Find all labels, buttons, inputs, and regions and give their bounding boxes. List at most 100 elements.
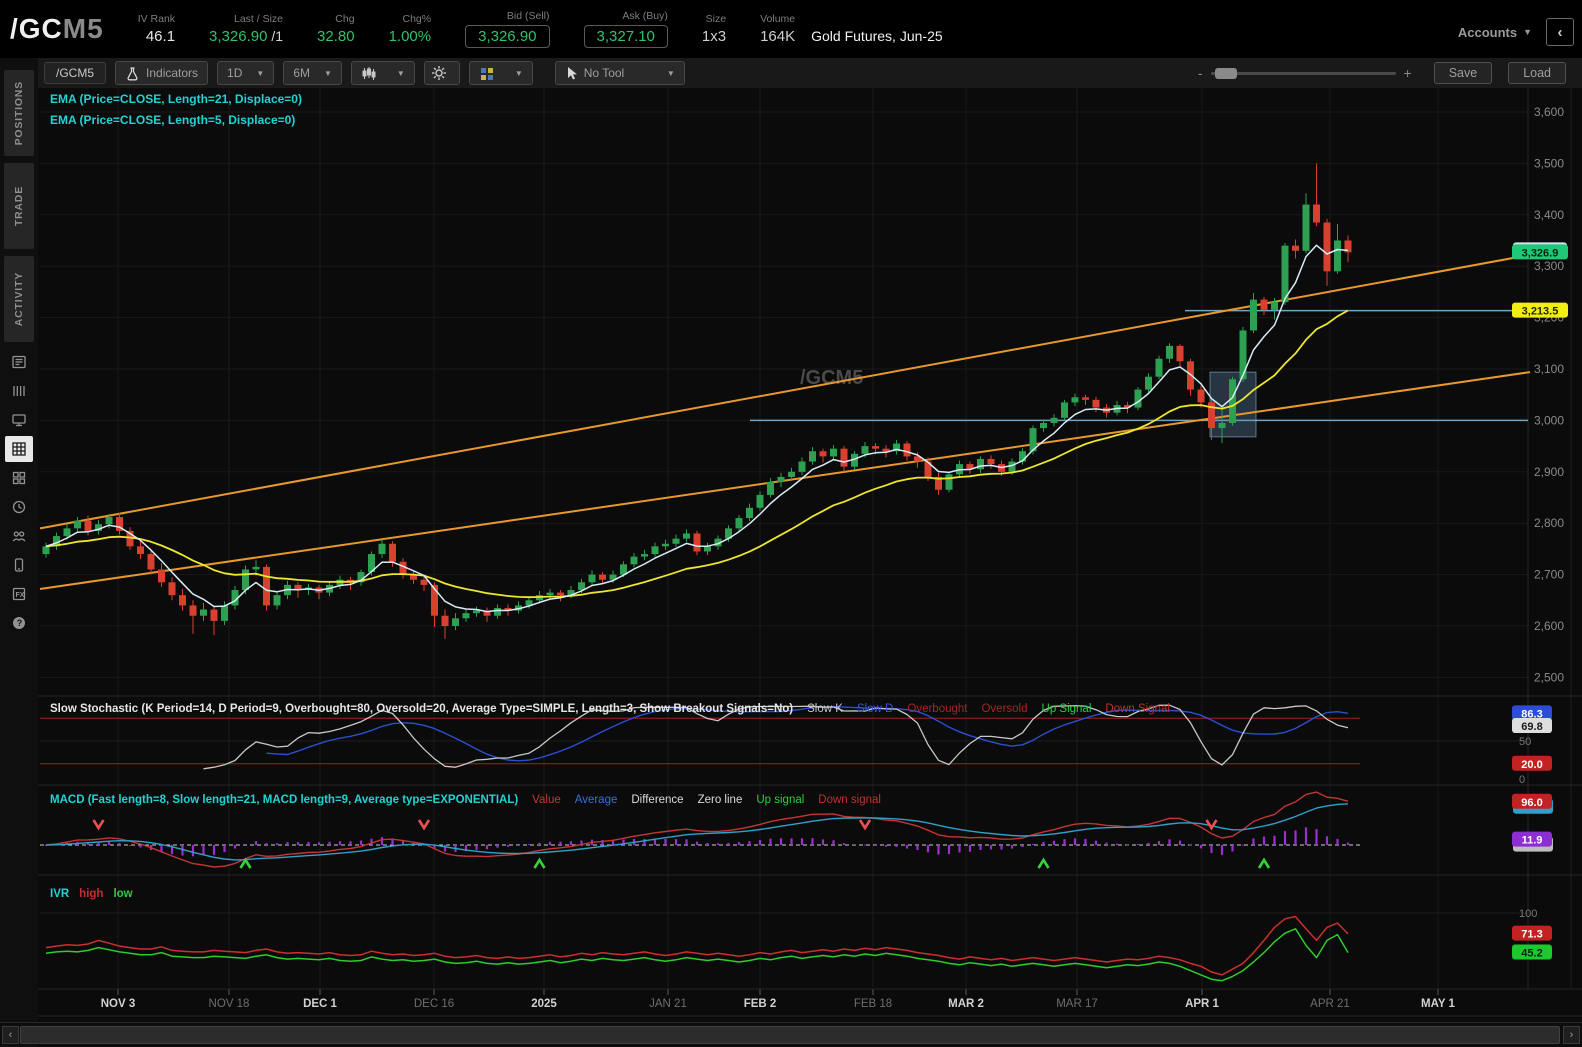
help-icon[interactable]: ? (5, 610, 33, 636)
zoom-slider-thumb[interactable] (1214, 67, 1237, 79)
trendline (39, 253, 1531, 530)
collapse-panel-button[interactable]: ‹ (1546, 18, 1574, 46)
zoom-out-button[interactable]: - (1190, 65, 1211, 81)
candle-body (1145, 376, 1152, 390)
candle-body (137, 546, 144, 555)
candle-body (599, 574, 606, 580)
indicators-icon (127, 66, 138, 80)
macd-histogram-bar (338, 841, 342, 845)
macd-histogram-bar (1105, 842, 1108, 845)
history-clock-icon[interactable] (5, 494, 33, 520)
scrollbar-thumb[interactable] (20, 1026, 1560, 1044)
candle-body (420, 579, 428, 585)
range-dropdown[interactable]: 6M ▼ (283, 61, 342, 85)
watchlist-icon[interactable] (5, 378, 33, 404)
ask-button[interactable]: 3,327.10 (583, 25, 668, 48)
price-axis-label: 2,900 (1534, 465, 1564, 479)
candle-body (788, 471, 795, 477)
size-field: Size 1x3 (702, 13, 726, 45)
candle-body (746, 507, 753, 519)
left-sidebar: POSITIONS TRADE ACTIVITY FX ? (0, 58, 39, 1047)
macd-histogram-bar (506, 845, 510, 847)
macd-histogram-bar (265, 843, 268, 845)
candle-body (84, 520, 92, 531)
save-button[interactable]: Save (1433, 62, 1493, 84)
platform-fx-icon[interactable]: FX (5, 581, 33, 607)
macd-histogram-bar (758, 839, 762, 845)
sidebar-tab-activity[interactable]: ACTIVITY (4, 256, 34, 342)
ema5-label[interactable]: EMA (Price=CLOSE, Length=5, Displace=0) (50, 113, 302, 127)
dashboard-grid-icon[interactable] (5, 465, 33, 491)
last-size-field: Last / Size 3,326.90 /1 (209, 13, 283, 45)
zoom-slider[interactable] (1210, 67, 1396, 79)
news-icon[interactable] (5, 349, 33, 375)
macd-histogram-bar (296, 842, 300, 845)
bid-button[interactable]: 3,326.90 (465, 25, 550, 48)
macd-histogram-bar (926, 845, 930, 853)
chart-canvas[interactable]: EMA (Price=CLOSE, Length=21, Displace=0)… (38, 88, 1582, 1047)
chevron-down-icon: ▼ (396, 68, 405, 78)
timeframe-dropdown[interactable]: 1D ▼ (217, 61, 275, 85)
candle-body (1071, 397, 1079, 403)
macd-histogram-bar (674, 839, 678, 845)
load-button[interactable]: Load (1508, 62, 1566, 84)
ivr-value-badge-text: 45.2 (1521, 947, 1542, 959)
macd-histogram-bar (548, 841, 552, 845)
candle-body (273, 595, 281, 606)
sidebar-tab-positions[interactable]: POSITIONS (4, 70, 34, 156)
macd-histogram-bar (1010, 845, 1014, 849)
accounts-dropdown[interactable]: Accounts ▼ (1458, 25, 1532, 40)
candle-body (1334, 240, 1341, 272)
scroll-left-button[interactable]: ‹ (2, 1026, 19, 1044)
candle-body (473, 610, 480, 614)
contract-description: Gold Futures, Jun-25 (811, 28, 943, 44)
macd-histogram-bar (128, 845, 132, 846)
candle-body (546, 592, 554, 596)
indicators-button[interactable]: Indicators (115, 61, 209, 85)
candle-body (777, 476, 785, 483)
macd-histogram-bar (328, 841, 331, 845)
sidebar-tab-trade[interactable]: TRADE (4, 163, 34, 249)
price-chart-svg[interactable]: 3,6003,5003,4003,3003,2003,1003,0002,900… (38, 88, 1582, 1047)
candle-body (210, 609, 218, 621)
candle-body (74, 520, 81, 529)
time-axis-label: MAY 1 (1421, 998, 1455, 1010)
horizontal-scrollbar[interactable]: ‹ › (0, 1022, 1582, 1045)
macd-histogram-bar (863, 844, 867, 846)
chart-settings-button[interactable] (423, 61, 460, 85)
macd-histogram-bar (968, 845, 972, 852)
macd-histogram-bar (895, 845, 898, 847)
macd-histogram-bar (989, 845, 993, 850)
candle-body (1050, 417, 1058, 423)
candle-body (683, 533, 690, 539)
gear-icon (431, 66, 446, 80)
community-icon[interactable] (5, 523, 33, 549)
candle-body (1239, 330, 1247, 380)
monitor-icon[interactable] (5, 407, 33, 433)
macd-histogram-bar (380, 837, 384, 845)
chart-type-dropdown[interactable]: ▼ (350, 61, 415, 85)
macd-histogram-bar (884, 845, 888, 847)
macd-histogram-bar (779, 838, 783, 845)
macd-histogram-bar (538, 842, 541, 845)
ask-label: Ask (Buy) (622, 10, 668, 22)
macd-histogram-bar (202, 845, 205, 856)
macd-histogram-bar (527, 844, 531, 845)
candle-body (977, 458, 984, 470)
tool-dropdown[interactable]: No Tool ▼ (554, 61, 685, 85)
chg-pct-field: Chg% 1.00% (389, 13, 432, 45)
mobile-device-icon[interactable] (5, 552, 33, 578)
macd-histogram-bar (317, 842, 321, 845)
ema21-label[interactable]: EMA (Price=CLOSE, Length=21, Displace=0) (50, 92, 302, 106)
macd-histogram-bar (517, 845, 520, 846)
chart-icon[interactable] (5, 436, 33, 462)
symbol-chip[interactable]: /GCM5 (44, 62, 107, 84)
time-axis-label: MAR 17 (1056, 998, 1098, 1010)
scroll-right-button[interactable]: › (1563, 1026, 1580, 1044)
compare-dropdown[interactable]: ▼ (468, 61, 533, 85)
zoom-in-button[interactable]: + (1396, 65, 1420, 81)
macd-histogram-bar (874, 845, 877, 846)
price-axis-label: 3,500 (1534, 156, 1564, 170)
macd-histogram-bar (275, 843, 279, 845)
volume-field: Volume 164K (760, 13, 795, 45)
